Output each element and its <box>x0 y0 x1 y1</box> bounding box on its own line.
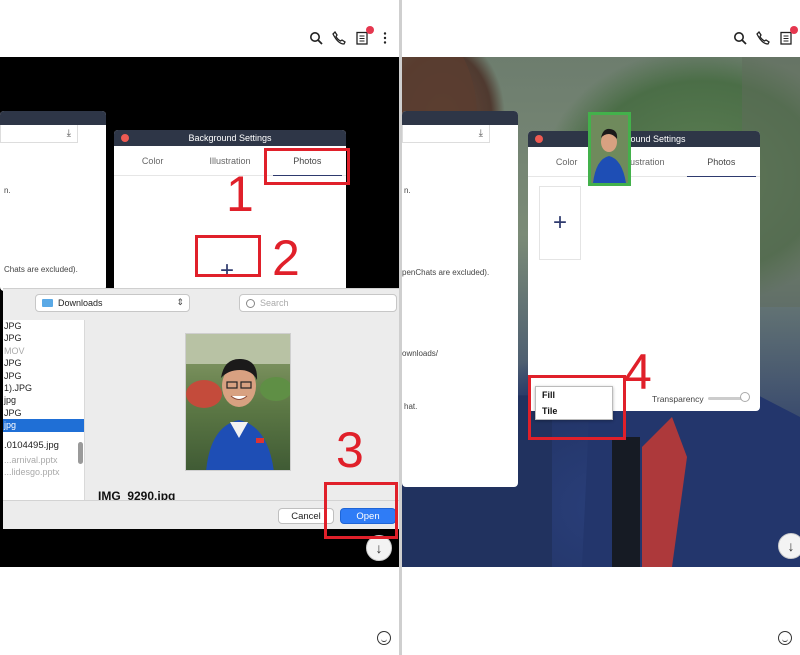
chat-input-bar <box>402 567 800 655</box>
list-item[interactable]: JPG <box>3 320 84 332</box>
location-dropdown[interactable]: Downloads ⇕ <box>35 294 190 312</box>
header-icons <box>308 26 393 46</box>
list-item[interactable]: 1).JPG <box>3 382 84 394</box>
step-number: 4 <box>624 344 652 400</box>
notes-icon[interactable] <box>354 26 374 46</box>
step-number: 3 <box>336 422 364 478</box>
tab-photos[interactable]: Photos <box>683 147 760 177</box>
list-item[interactable]: JPG <box>3 370 84 382</box>
notification-badge <box>790 26 798 34</box>
list-item[interactable]: jpg <box>3 394 84 406</box>
chevron-updown-icon: ⇕ <box>176 297 184 307</box>
file-list-scrollbar[interactable] <box>78 442 83 464</box>
chat-header <box>0 0 399 57</box>
download-button[interactable]: ⤓ <box>0 125 78 143</box>
search-placeholder: Search <box>260 298 289 308</box>
step3-highlight <box>324 482 398 539</box>
file-list: JPG JPG MOV JPG JPG 1).JPG jpg JPG jpg .… <box>3 320 85 500</box>
photo-preview <box>185 333 291 471</box>
list-item[interactable]: JPG <box>3 357 84 369</box>
download-button[interactable]: ⤓ <box>402 125 490 143</box>
chat-snippet: ownloads/ <box>402 349 439 358</box>
list-item-selected[interactable]: jpg <box>3 419 84 432</box>
transparency-slider-knob[interactable] <box>740 392 750 402</box>
left-panel: ⤓ n. Chats are excluded). Background Set… <box>0 0 399 655</box>
right-panel: ⤓ n. penChats are excluded). ownloads/ h… <box>402 0 800 655</box>
search-icon[interactable] <box>308 30 324 46</box>
search-icon[interactable] <box>732 30 748 46</box>
more-icon[interactable] <box>377 30 393 46</box>
list-item[interactable]: JPG <box>3 407 84 419</box>
step1-highlight <box>264 148 350 185</box>
dialog-toolbar: Downloads ⇕ Search <box>3 289 399 317</box>
chat-snippet: penChats are excluded). <box>402 268 490 277</box>
step4-highlight <box>528 375 626 440</box>
settings-titlebar <box>0 111 106 125</box>
scroll-down-button[interactable]: ↓ <box>778 533 800 559</box>
person-photo <box>186 334 290 470</box>
download-icon: ⤓ <box>66 128 71 139</box>
dialog-titlebar: Background Settings <box>114 130 346 146</box>
close-icon[interactable] <box>535 135 543 143</box>
chat-header <box>402 0 800 57</box>
chat-snippet: hat. <box>404 402 418 411</box>
dialog-titlebar: Background Settings <box>528 131 760 147</box>
list-item[interactable]: JPG <box>3 332 84 344</box>
list-item[interactable]: .0104495.jpg <box>3 438 84 454</box>
settings-titlebar <box>402 111 518 125</box>
step-number: 1 <box>226 166 254 222</box>
step-number: 2 <box>272 230 300 286</box>
search-icon <box>246 298 255 308</box>
list-item[interactable]: ...arnival.pptx <box>3 454 84 466</box>
person-photo <box>591 115 628 183</box>
search-input[interactable]: Search <box>239 294 397 312</box>
transparency-label: Transparency <box>652 394 704 404</box>
emoji-icon[interactable] <box>778 631 792 645</box>
chat-area-with-background: ⤓ n. penChats are excluded). ownloads/ h… <box>402 57 800 567</box>
list-item[interactable]: MOV <box>3 345 84 357</box>
chat-snippet: n. <box>4 186 11 195</box>
location-label: Downloads <box>58 298 103 308</box>
add-photo-button[interactable]: + <box>539 186 581 260</box>
settings-window: ⤓ n. Chats are excluded). <box>0 111 106 291</box>
header-icons <box>732 26 798 46</box>
tutorial-screenshot: ⤓ n. Chats are excluded). Background Set… <box>0 0 800 655</box>
step2-highlight <box>195 235 261 277</box>
notes-icon[interactable] <box>778 26 798 46</box>
folder-icon <box>42 299 53 307</box>
emoji-icon[interactable] <box>377 631 391 645</box>
notification-badge <box>366 26 374 34</box>
phone-icon[interactable] <box>331 30 347 46</box>
download-icon: ⤓ <box>478 128 483 139</box>
tab-bar: Color Illustration Photos <box>528 147 760 177</box>
tab-color[interactable]: Color <box>114 146 191 175</box>
dialog-title: Background Settings <box>188 133 272 143</box>
settings-window: ⤓ n. penChats are excluded). ownloads/ h… <box>402 111 518 487</box>
close-icon[interactable] <box>121 134 129 142</box>
chat-snippet: n. <box>404 186 411 195</box>
phone-icon[interactable] <box>755 30 771 46</box>
list-item[interactable]: ...lidesgo.pptx <box>3 466 84 478</box>
chat-snippet: Chats are excluded). <box>4 265 78 274</box>
chat-input-bar <box>0 567 399 655</box>
photo-thumbnail-selected[interactable] <box>588 112 631 186</box>
